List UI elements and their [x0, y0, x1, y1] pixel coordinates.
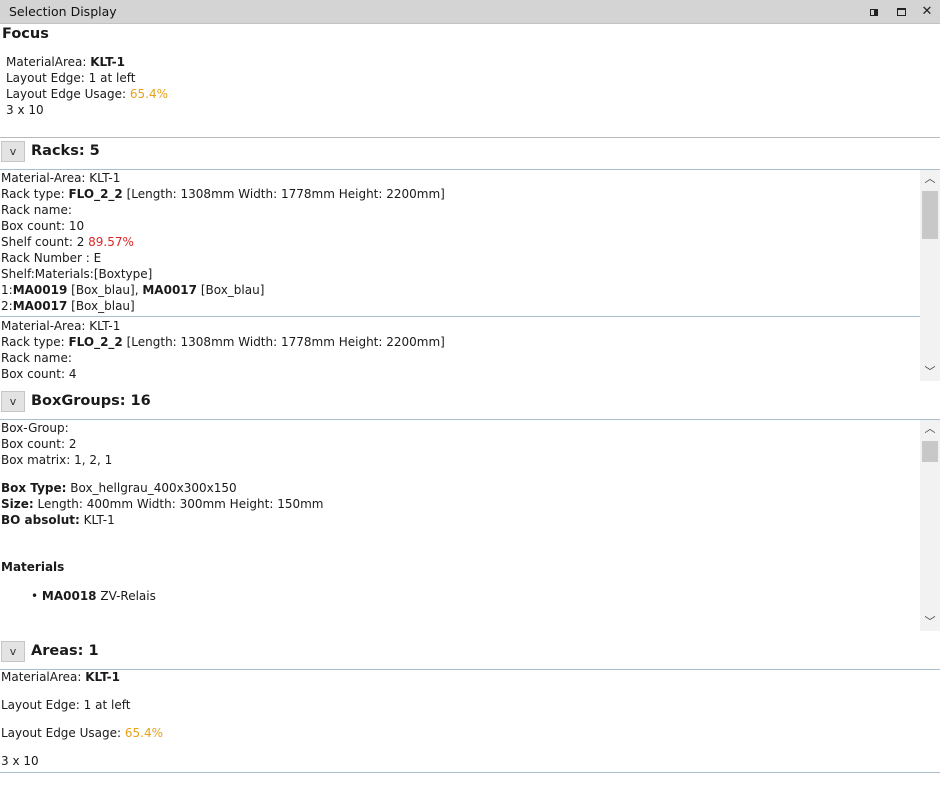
area-layout-usage: Layout Edge Usage: 65.4% — [1, 725, 163, 741]
material-name: ZV-Relais — [96, 589, 156, 603]
rack-type-label: Rack type: — [1, 187, 69, 201]
rack-dims: [Length: 1308mm Width: 1778mm Height: 22… — [122, 187, 445, 201]
box-matrix: Box matrix: 1, 2, 1 — [1, 453, 113, 467]
rack-dims: [Length: 1308mm Width: 1778mm Height: 22… — [122, 335, 445, 349]
racks-header: v Racks: 5 — [0, 139, 940, 165]
material-list-item: • MA0018 ZV-Relais — [31, 588, 156, 604]
box-type: [Box_blau] — [197, 283, 265, 297]
divider — [0, 137, 940, 138]
bo-absolut-label: BO absolut: — [1, 513, 80, 527]
area-matrix: 3 x 10 — [1, 754, 39, 768]
scroll-up-icon[interactable]: ︿ — [920, 420, 940, 438]
rack-name: Rack name: — [1, 351, 72, 365]
scroll-thumb[interactable] — [922, 191, 938, 239]
areas-title: Areas: 1 — [31, 643, 99, 659]
boxgroups-toggle-button[interactable]: v — [1, 391, 25, 412]
racks-scrollbar[interactable]: ︿ ﹀ — [920, 170, 940, 381]
shelf-index: 2: — [1, 299, 13, 313]
rack-shelf-count: Shelf count: 2 89.57% — [1, 234, 134, 250]
maximize-icon — [896, 8, 906, 16]
rack-type: Rack type: FLO_2_2 [Length: 1308mm Width… — [1, 334, 445, 350]
close-button[interactable]: ✕ — [920, 5, 934, 19]
box-type: Box Type: Box_hellgrau_400x300x150 — [1, 480, 237, 496]
focus-material-area-label: MaterialArea: — [6, 55, 91, 69]
scroll-thumb[interactable] — [922, 441, 938, 462]
rack-box-count: Box count: 4 — [1, 367, 77, 381]
area-material-area: MaterialArea: KLT-1 — [1, 669, 120, 685]
window-titlebar: Selection Display ✕ — [0, 0, 940, 24]
area-material-area-label: MaterialArea: — [1, 670, 86, 684]
area-material-area-value: KLT-1 — [85, 670, 120, 684]
rack-shelf-materials: Shelf:Materials:[Boxtype] — [1, 267, 153, 281]
detach-button[interactable] — [867, 5, 881, 19]
focus-material-area: MaterialArea: KLT-1 — [6, 54, 125, 70]
material-id: MA0017 — [12, 299, 68, 313]
material-id: MA0018 — [41, 589, 97, 603]
area-layout-edge: Layout Edge: 1 at left — [1, 698, 131, 712]
box-size: Size: Length: 400mm Width: 300mm Height:… — [1, 496, 323, 512]
rack-shelf-label: Shelf count: 2 — [1, 235, 89, 249]
box-type-value: Box_hellgrau_400x300x150 — [66, 481, 237, 495]
bo-absolut-value: KLT-1 — [79, 513, 115, 527]
boxgroups-panel[interactable]: Box-Group: Box count: 2 Box matrix: 1, 2… — [0, 420, 940, 631]
material-id: MA0019 — [12, 283, 68, 297]
rack-shelf-percent: 89.57% — [88, 235, 134, 249]
rack-box-count: Box count: 10 — [1, 219, 85, 233]
racks-panel[interactable]: Material-Area: KLT-1 Rack type: FLO_2_2 … — [0, 170, 940, 381]
rack-number: Rack Number : E — [1, 251, 102, 265]
boxgroups-scrollbar[interactable]: ︿ ﹀ — [920, 420, 940, 631]
rack-shelf-row-1: 1:MA0019 [Box_blau], MA0017 [Box_blau] — [1, 282, 264, 298]
bo-absolut: BO absolut: KLT-1 — [1, 512, 115, 528]
shelf-index: 1: — [1, 283, 13, 297]
bullet-icon: • — [31, 589, 42, 603]
detach-icon — [870, 8, 878, 16]
window-title: Selection Display — [9, 4, 117, 19]
divider — [0, 669, 940, 670]
rack-material-area: Material-Area: KLT-1 — [1, 319, 121, 333]
focus-material-area-value: KLT-1 — [90, 55, 125, 69]
focus-layout-edge: Layout Edge: 1 at left — [6, 71, 136, 85]
maximize-button[interactable] — [894, 5, 908, 19]
divider — [0, 772, 940, 773]
scroll-down-icon[interactable]: ﹀ — [920, 363, 940, 381]
box-size-label: Size: — [1, 497, 34, 511]
scroll-down-icon[interactable]: ﹀ — [920, 613, 940, 631]
focus-usage-value: 65.4% — [129, 87, 168, 101]
box-type: [Box_blau] — [67, 299, 135, 313]
rack-name: Rack name: — [1, 203, 72, 217]
box-type: [Box_blau], — [67, 283, 143, 297]
rack-divider — [0, 316, 920, 317]
rack-shelf-row-2: 2:MA0017 [Box_blau] — [1, 298, 135, 314]
area-usage-label: Layout Edge Usage: — [1, 726, 125, 740]
boxgroups-title: BoxGroups: 16 — [31, 393, 151, 409]
rack-type: Rack type: FLO_2_2 [Length: 1308mm Width… — [1, 186, 445, 202]
focus-matrix: 3 x 10 — [6, 103, 44, 117]
rack-type-label: Rack type: — [1, 335, 69, 349]
rack-type-value: FLO_2_2 — [68, 335, 123, 349]
focus-usage-label: Layout Edge Usage: — [6, 87, 130, 101]
box-group: Box-Group: — [1, 421, 69, 435]
focus-title: Focus — [2, 26, 49, 42]
areas-header: v Areas: 1 — [0, 639, 940, 665]
close-icon: ✕ — [921, 4, 933, 19]
rack-material-area: Material-Area: KLT-1 — [1, 171, 121, 185]
rack-type-value: FLO_2_2 — [68, 187, 123, 201]
areas-toggle-button[interactable]: v — [1, 641, 25, 662]
scroll-up-icon[interactable]: ︿ — [920, 170, 940, 188]
focus-layout-usage: Layout Edge Usage: 65.4% — [6, 86, 168, 102]
racks-toggle-button[interactable]: v — [1, 141, 25, 162]
box-size-value: Length: 400mm Width: 300mm Height: 150mm — [33, 497, 324, 511]
materials-title: Materials — [1, 560, 65, 574]
box-type-label: Box Type: — [1, 481, 67, 495]
boxgroups-header: v BoxGroups: 16 — [0, 389, 940, 415]
box-count: Box count: 2 — [1, 437, 77, 451]
material-id: MA0017 — [142, 283, 197, 297]
racks-title: Racks: 5 — [31, 143, 100, 159]
area-usage-value: 65.4% — [124, 726, 163, 740]
